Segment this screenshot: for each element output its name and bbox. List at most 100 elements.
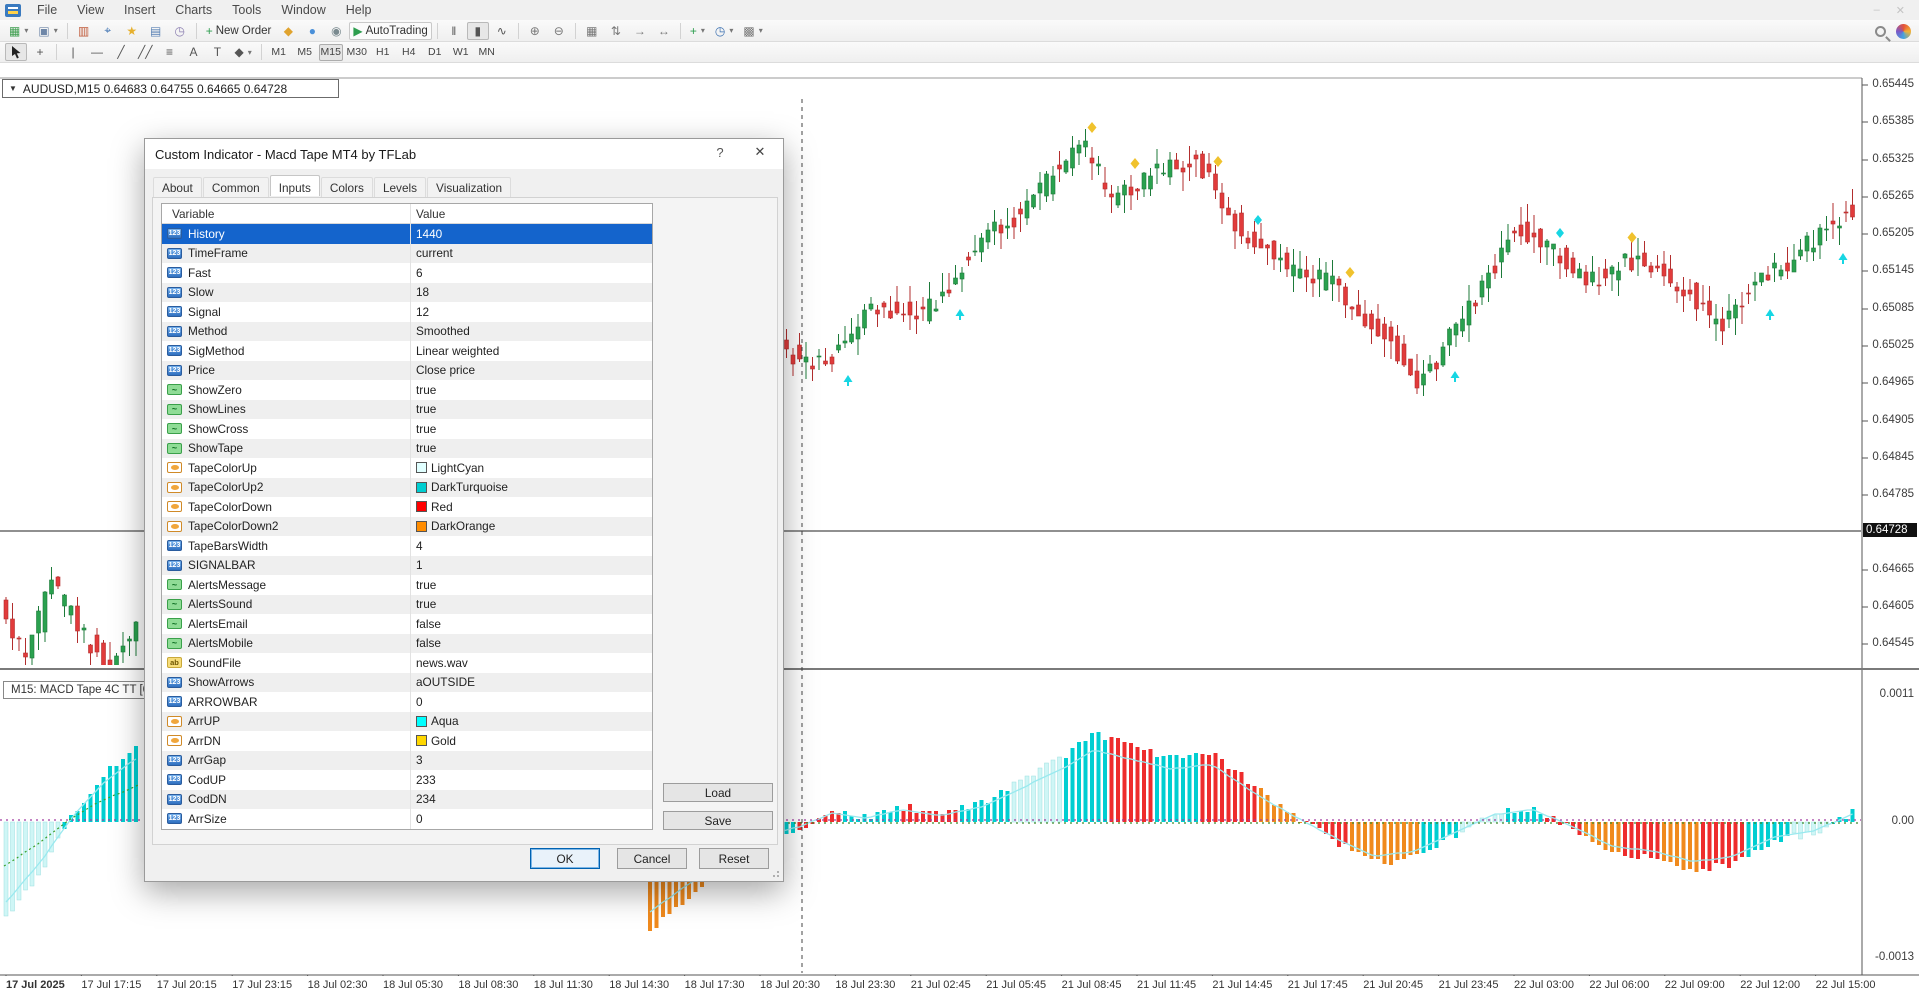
equidistant-channel-tool[interactable]: ╱╱ bbox=[134, 43, 156, 61]
menu-help[interactable]: Help bbox=[336, 0, 382, 20]
param-row-ArrGap[interactable]: 123ArrGap3 bbox=[162, 751, 652, 771]
profiles-button[interactable]: ▣▾ bbox=[34, 22, 61, 40]
shapes-dropdown[interactable]: ◆▾ bbox=[230, 43, 255, 61]
param-row-ArrDN[interactable]: ArrDNGold bbox=[162, 731, 652, 751]
param-row-ShowArrows[interactable]: 123ShowArrowsaOUTSIDE bbox=[162, 673, 652, 693]
param-value-cell[interactable]: current bbox=[410, 246, 652, 260]
param-value-cell[interactable]: 1440 bbox=[410, 227, 652, 241]
search-icon[interactable] bbox=[1875, 26, 1886, 37]
param-value-cell[interactable]: 0 bbox=[410, 695, 652, 709]
param-row-ShowCross[interactable]: ~ShowCrosstrue bbox=[162, 419, 652, 439]
param-row-AlertsEmail[interactable]: ~AlertsEmailfalse bbox=[162, 614, 652, 634]
horizontal-line-tool[interactable]: — bbox=[86, 43, 108, 61]
param-value-cell[interactable]: DarkTurquoise bbox=[410, 480, 652, 494]
tab-colors[interactable]: Colors bbox=[321, 177, 373, 198]
timeframe-mn[interactable]: MN bbox=[475, 44, 499, 61]
param-value-cell[interactable]: true bbox=[410, 578, 652, 592]
new-chart-button[interactable]: ▦▾ bbox=[5, 22, 32, 40]
text-label-tool[interactable]: T bbox=[206, 43, 228, 61]
param-value-cell[interactable]: DarkOrange bbox=[410, 519, 652, 533]
param-row-AlertsMobile[interactable]: ~AlertsMobilefalse bbox=[162, 634, 652, 654]
param-value-cell[interactable]: false bbox=[410, 636, 652, 650]
param-value-cell[interactable]: 0 bbox=[410, 812, 652, 826]
cancel-button[interactable]: Cancel bbox=[617, 848, 687, 869]
param-row-SoundFile[interactable]: abSoundFilenews.wav bbox=[162, 653, 652, 673]
param-row-TapeColorDown2[interactable]: TapeColorDown2DarkOrange bbox=[162, 517, 652, 537]
param-value-cell[interactable]: true bbox=[410, 422, 652, 436]
crosshair-tool[interactable]: + bbox=[29, 43, 51, 61]
save-button[interactable]: Save bbox=[663, 811, 773, 830]
menu-insert[interactable]: Insert bbox=[114, 0, 165, 20]
param-value-cell[interactable]: Red bbox=[410, 500, 652, 514]
param-row-ShowTape[interactable]: ~ShowTapetrue bbox=[162, 439, 652, 459]
indicators-dropdown[interactable]: +▾ bbox=[686, 22, 709, 40]
tab-common[interactable]: Common bbox=[203, 177, 269, 198]
tab-levels[interactable]: Levels bbox=[374, 177, 426, 198]
help-button[interactable]: ? bbox=[709, 145, 731, 160]
param-value-cell[interactable]: 4 bbox=[410, 539, 652, 553]
candlestick-mode-button[interactable]: ▮ bbox=[467, 22, 489, 40]
param-value-cell[interactable]: 3 bbox=[410, 753, 652, 767]
param-row-ShowLines[interactable]: ~ShowLinestrue bbox=[162, 400, 652, 420]
reset-button[interactable]: Reset bbox=[699, 848, 769, 869]
param-row-History[interactable]: 123History1440 bbox=[162, 224, 652, 244]
time-axis[interactable]: 17 Jul 202517 Jul 17:1517 Jul 20:1517 Ju… bbox=[0, 976, 1919, 996]
param-row-AlertsMessage[interactable]: ~AlertsMessagetrue bbox=[162, 575, 652, 595]
param-value-cell[interactable]: 6 bbox=[410, 266, 652, 280]
dialog-titlebar[interactable]: Custom Indicator - Macd Tape MT4 by TFLa… bbox=[145, 139, 783, 169]
param-value-cell[interactable]: 234 bbox=[410, 792, 652, 806]
timeframe-m30[interactable]: M30 bbox=[345, 44, 369, 61]
tab-inputs[interactable]: Inputs bbox=[270, 175, 320, 196]
menu-window[interactable]: Window bbox=[271, 0, 335, 20]
market-button[interactable]: ● bbox=[301, 22, 323, 40]
menu-tools[interactable]: Tools bbox=[222, 0, 271, 20]
load-button[interactable]: Load bbox=[663, 783, 773, 802]
timeframe-w1[interactable]: W1 bbox=[449, 44, 473, 61]
terminal-button[interactable]: ▤ bbox=[145, 22, 167, 40]
param-row-TimeFrame[interactable]: 123TimeFramecurrent bbox=[162, 244, 652, 264]
param-row-ArrUP[interactable]: ArrUPAqua bbox=[162, 712, 652, 732]
timeframe-m1[interactable]: M1 bbox=[267, 44, 291, 61]
timeframe-h1[interactable]: H1 bbox=[371, 44, 395, 61]
fibonacci-tool[interactable]: ≡ bbox=[158, 43, 180, 61]
line-chart-mode-button[interactable]: ∿ bbox=[491, 22, 513, 40]
param-value-cell[interactable]: true bbox=[410, 441, 652, 455]
param-row-Fast[interactable]: 123Fast6 bbox=[162, 263, 652, 283]
chart-shift-button[interactable]: ↔ bbox=[653, 22, 675, 40]
menu-file[interactable]: File bbox=[27, 0, 67, 20]
param-value-cell[interactable]: aOUTSIDE bbox=[410, 675, 652, 689]
zoom-in-button[interactable]: ⊕ bbox=[524, 22, 546, 40]
param-row-ShowZero[interactable]: ~ShowZerotrue bbox=[162, 380, 652, 400]
text-tool[interactable]: A bbox=[182, 43, 204, 61]
param-row-TapeColorUp[interactable]: TapeColorUpLightCyan bbox=[162, 458, 652, 478]
param-row-SIGNALBAR[interactable]: 123SIGNALBAR1 bbox=[162, 556, 652, 576]
param-row-SigMethod[interactable]: 123SigMethodLinear weighted bbox=[162, 341, 652, 361]
community-button[interactable]: ◆ bbox=[277, 22, 299, 40]
navigator-button[interactable]: ★ bbox=[121, 22, 143, 40]
close-icon[interactable]: ✕ bbox=[747, 144, 773, 160]
param-row-ArrSize[interactable]: 123ArrSize0 bbox=[162, 809, 652, 829]
param-value-cell[interactable]: true bbox=[410, 383, 652, 397]
ok-button[interactable]: OK bbox=[530, 848, 600, 869]
param-value-cell[interactable]: Linear weighted bbox=[410, 344, 652, 358]
param-value-cell[interactable]: Gold bbox=[410, 734, 652, 748]
tile-windows-button[interactable]: ▦ bbox=[581, 22, 603, 40]
tab-visualization[interactable]: Visualization bbox=[427, 177, 511, 198]
profile-avatar-icon[interactable] bbox=[1896, 24, 1911, 39]
param-row-ARROWBAR[interactable]: 123ARROWBAR0 bbox=[162, 692, 652, 712]
cursor-tool[interactable] bbox=[5, 43, 27, 61]
param-value-cell[interactable]: false bbox=[410, 617, 652, 631]
param-value-cell[interactable]: 12 bbox=[410, 305, 652, 319]
param-value-cell[interactable]: Close price bbox=[410, 363, 652, 377]
signals-button[interactable]: ◉ bbox=[325, 22, 347, 40]
param-row-TapeBarsWidth[interactable]: 123TapeBarsWidth4 bbox=[162, 536, 652, 556]
arrange-button[interactable]: ⇅ bbox=[605, 22, 627, 40]
vertical-line-tool[interactable]: | bbox=[62, 43, 84, 61]
param-value-cell[interactable]: 1 bbox=[410, 558, 652, 572]
close-window-button[interactable]: ✕ bbox=[1896, 4, 1905, 17]
timeframe-h4[interactable]: H4 bbox=[397, 44, 421, 61]
param-row-Method[interactable]: 123MethodSmoothed bbox=[162, 322, 652, 342]
param-value-cell[interactable]: Aqua bbox=[410, 714, 652, 728]
param-value-cell[interactable]: 18 bbox=[410, 285, 652, 299]
bar-chart-mode-button[interactable]: ‖ bbox=[443, 22, 465, 40]
